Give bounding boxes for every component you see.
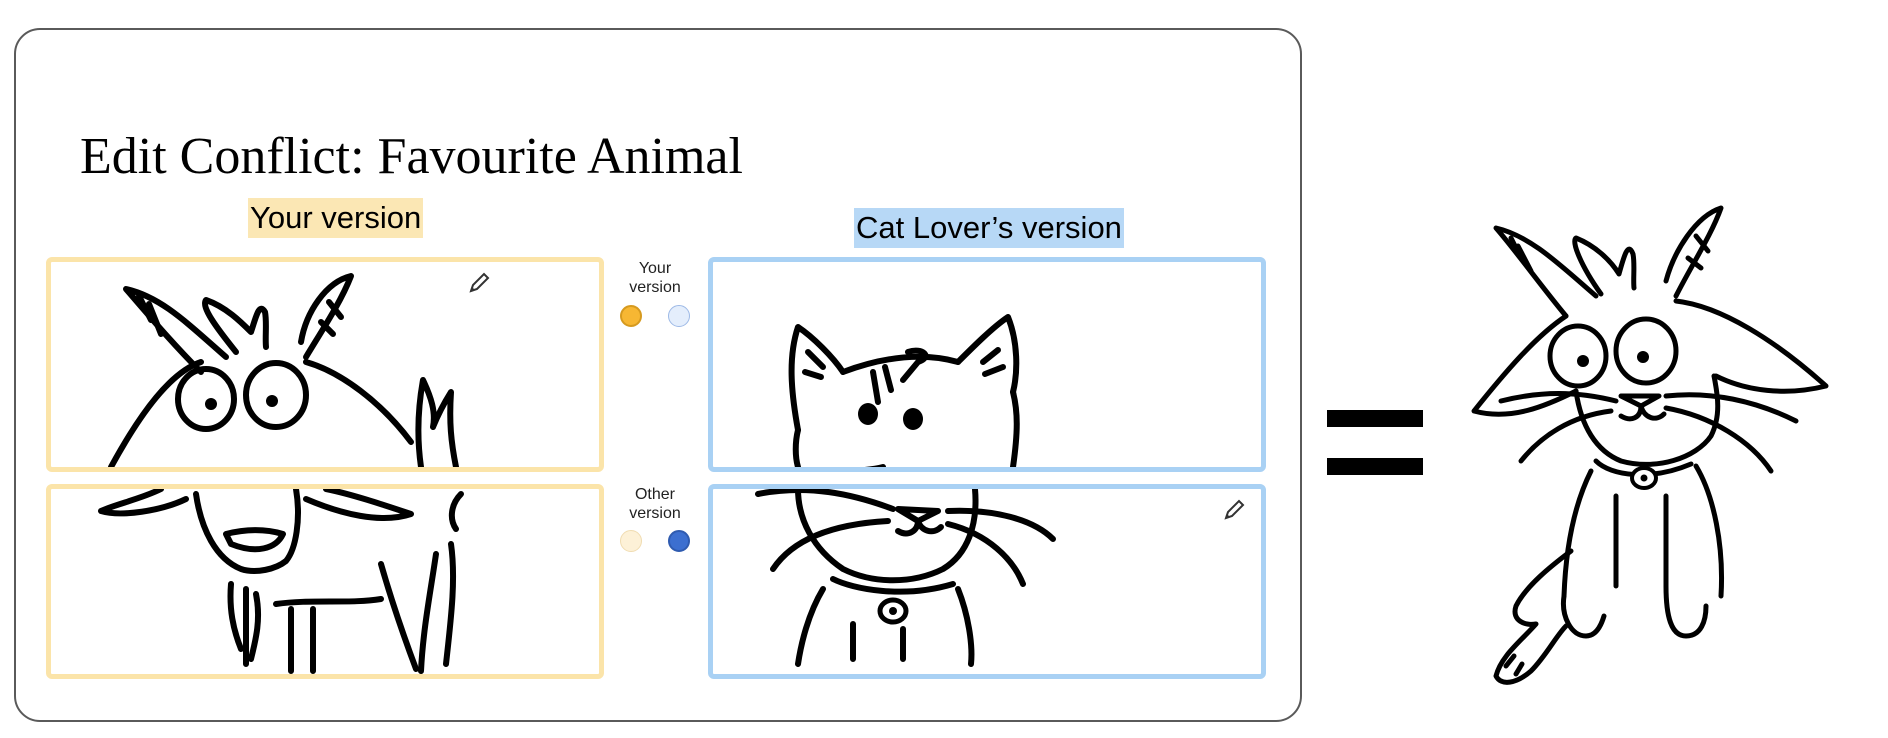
- your-version-top-panel[interactable]: [46, 257, 604, 472]
- pencil-icon[interactable]: [466, 270, 492, 296]
- merged-result-drawing: [1471, 205, 1829, 685]
- cat-body-drawing: [755, 489, 1056, 667]
- bottom-half-caption: Other version: [629, 486, 681, 522]
- top-choose-other-radio[interactable]: [668, 305, 690, 327]
- bottom-choose-yours-radio[interactable]: [620, 530, 642, 552]
- top-choose-yours-radio[interactable]: [620, 305, 642, 327]
- other-version-bottom-panel: [708, 484, 1266, 679]
- top-half-caption: Your version: [629, 260, 681, 296]
- dialog-title: Edit Conflict: Favourite Animal: [80, 128, 743, 185]
- your-version-bottom-panel: [46, 484, 604, 679]
- goat-body-drawing: [98, 489, 464, 674]
- equals-sign: [1327, 410, 1423, 476]
- bottom-choose-other-radio[interactable]: [668, 530, 690, 552]
- goat-head-drawing: [108, 273, 459, 467]
- cat-head-drawing: [788, 314, 1020, 467]
- other-version-top-panel: [708, 257, 1266, 472]
- pencil-icon[interactable]: [1221, 497, 1247, 523]
- your-version-label: Your version: [248, 198, 424, 238]
- other-version-label: Cat Lover’s version: [854, 208, 1124, 248]
